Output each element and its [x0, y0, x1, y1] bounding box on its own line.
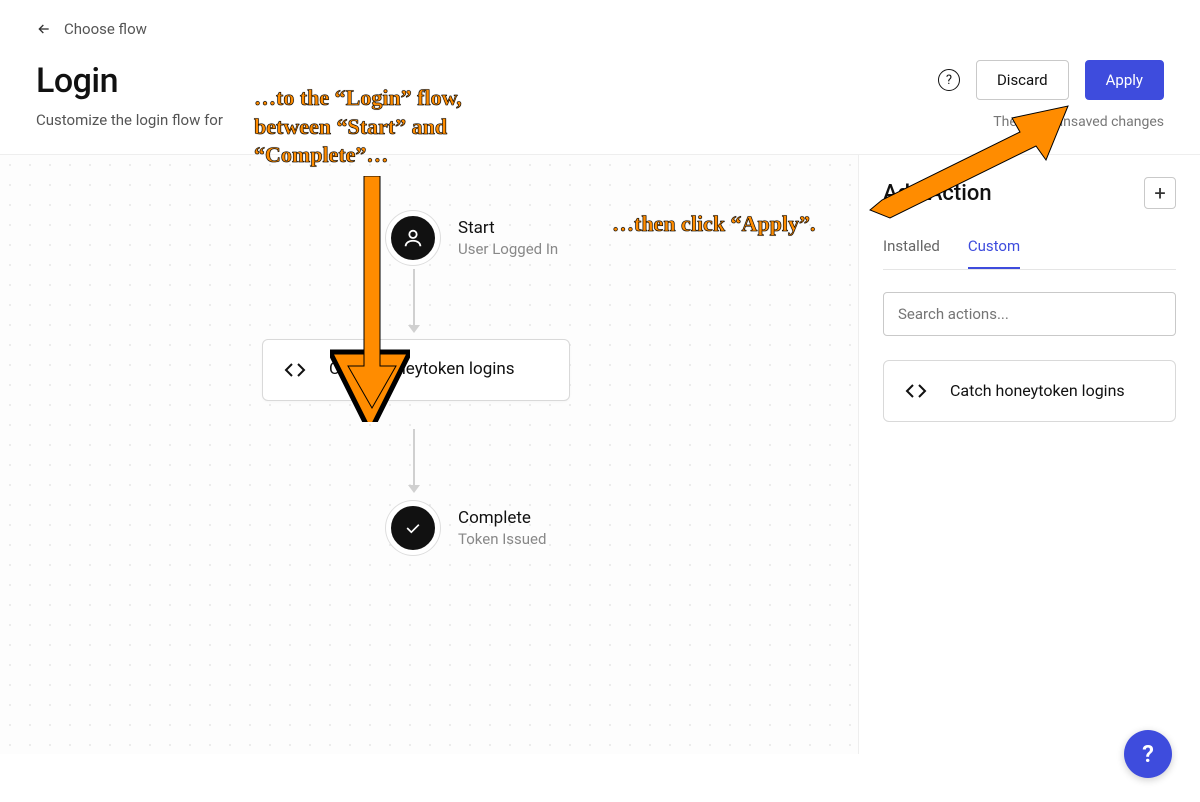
code-icon [904, 379, 928, 403]
connector-arrow-icon [408, 325, 420, 333]
apply-button[interactable]: Apply [1085, 60, 1164, 100]
page-title: Login [36, 61, 223, 101]
flow-canvas[interactable]: Start User Logged In Catch honeytoken lo… [0, 155, 858, 754]
add-action-button[interactable]: + [1144, 177, 1176, 209]
complete-node-circle [386, 501, 440, 555]
start-node-circle [386, 211, 440, 265]
start-node-subtitle: User Logged In [458, 240, 558, 258]
help-button[interactable]: ? [938, 69, 960, 91]
unsaved-changes-text: There are unsaved changes [993, 114, 1164, 130]
complete-node-subtitle: Token Issued [458, 530, 546, 548]
page-header: Choose flow Login Customize the login fl… [0, 0, 1200, 154]
connector-arrow-icon [408, 485, 420, 493]
tab-installed[interactable]: Installed [883, 231, 940, 269]
start-node-title: Start [458, 218, 558, 238]
sidebar-tabs: Installed Custom [883, 231, 1176, 270]
breadcrumb-back[interactable]: Choose flow [36, 20, 1164, 38]
actions-sidebar: Add Action + Installed Custom Catch hone… [858, 155, 1200, 754]
discard-button[interactable]: Discard [976, 60, 1069, 100]
complete-node-title: Complete [458, 508, 546, 528]
flow-node-action[interactable]: Catch honeytoken logins [262, 339, 570, 401]
main-area: Start User Logged In Catch honeytoken lo… [0, 154, 1200, 754]
flow-node-start[interactable]: Start User Logged In [386, 211, 558, 265]
flow-node-complete[interactable]: Complete Token Issued [386, 501, 546, 555]
check-icon [403, 518, 423, 538]
arrow-left-icon [36, 21, 52, 37]
connector-line [413, 429, 415, 485]
breadcrumb-label: Choose flow [64, 20, 147, 38]
user-icon [402, 227, 424, 249]
action-item-label: Catch honeytoken logins [950, 380, 1125, 402]
action-list-item[interactable]: Catch honeytoken logins [883, 360, 1176, 422]
title-block: Login Customize the login flow for [36, 61, 223, 129]
floating-help-button[interactable]: ? [1124, 730, 1172, 778]
code-icon [283, 358, 307, 382]
search-actions-input[interactable] [883, 292, 1176, 336]
connector-line [413, 269, 415, 325]
page-subtitle: Customize the login flow for [36, 111, 223, 129]
action-node-title: Catch honeytoken logins [329, 358, 515, 382]
tab-custom[interactable]: Custom [968, 231, 1020, 269]
sidebar-title: Add Action [883, 181, 992, 206]
